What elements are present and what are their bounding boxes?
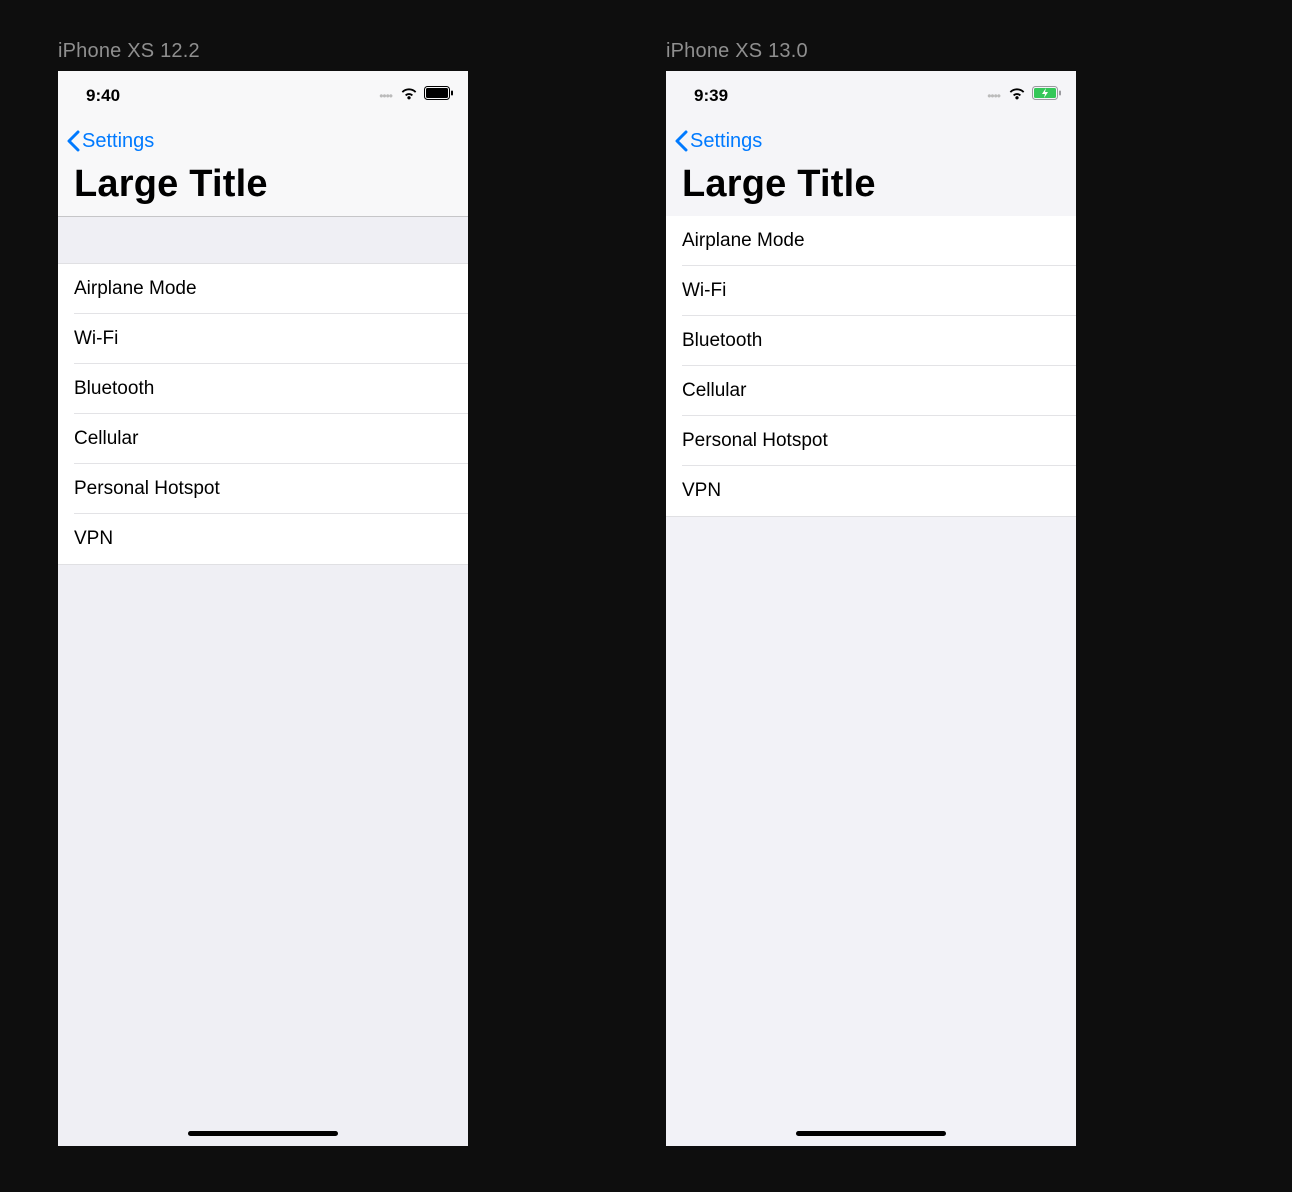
chevron-left-icon <box>66 130 80 152</box>
list-item[interactable]: Cellular <box>666 366 1076 416</box>
large-title-wrap: Large Title <box>666 163 1076 216</box>
nav-header: 9:40 •••• Settings <box>58 71 468 217</box>
recording-dots-icon: •••• <box>987 89 1000 103</box>
nav-bar: Settings <box>58 119 468 163</box>
list-item[interactable]: VPN <box>666 466 1076 516</box>
list-item[interactable]: Personal Hotspot <box>666 416 1076 466</box>
list-item[interactable]: VPN <box>58 514 468 564</box>
settings-list: Airplane Mode Wi-Fi Bluetooth Cellular P… <box>666 216 1076 517</box>
caption-right: iPhone XS 13.0 <box>666 40 808 63</box>
list-item[interactable]: Airplane Mode <box>666 216 1076 266</box>
phone-ios12: 9:40 •••• Settings <box>58 71 468 1146</box>
status-bar: 9:39 •••• <box>666 71 1076 119</box>
status-right-cluster: •••• <box>379 86 454 105</box>
nav-bar: Settings <box>666 119 1076 163</box>
home-indicator[interactable] <box>188 1131 338 1136</box>
status-bar: 9:40 •••• <box>58 71 468 119</box>
wifi-icon <box>1008 87 1026 105</box>
list-item[interactable]: Wi-Fi <box>666 266 1076 316</box>
list-item-label: Cellular <box>682 380 746 402</box>
battery-charging-icon <box>1032 86 1062 105</box>
list-item[interactable]: Bluetooth <box>666 316 1076 366</box>
list-item[interactable]: Bluetooth <box>58 364 468 414</box>
settings-list: Airplane Mode Wi-Fi Bluetooth Cellular P… <box>58 264 468 565</box>
large-title-wrap: Large Title <box>58 163 468 216</box>
page-title: Large Title <box>682 163 1060 206</box>
recording-dots-icon: •••• <box>379 89 392 103</box>
phone-ios13: 9:39 •••• Settings <box>666 71 1076 1146</box>
list-item-label: Cellular <box>74 428 138 450</box>
list-item-label: Airplane Mode <box>74 278 197 300</box>
list-item-label: Wi-Fi <box>74 328 118 350</box>
list-item-label: Bluetooth <box>682 330 762 352</box>
list-item-label: Personal Hotspot <box>74 478 220 500</box>
status-right-cluster: •••• <box>987 86 1062 105</box>
list-item-label: VPN <box>74 528 113 550</box>
back-label: Settings <box>690 130 762 153</box>
status-time: 9:40 <box>86 86 120 106</box>
grouped-table-spacer <box>58 217 468 264</box>
list-item-label: Airplane Mode <box>682 230 805 252</box>
back-button[interactable]: Settings <box>66 130 154 153</box>
wifi-icon <box>400 87 418 105</box>
list-item-label: Bluetooth <box>74 378 154 400</box>
comparison-stage: iPhone XS 12.2 iPhone XS 13.0 9:40 •••• <box>0 0 1292 1192</box>
battery-icon <box>424 86 454 105</box>
status-time: 9:39 <box>694 86 728 106</box>
list-item-label: Personal Hotspot <box>682 430 828 452</box>
list-item[interactable]: Wi-Fi <box>58 314 468 364</box>
list-item-label: Wi-Fi <box>682 280 726 302</box>
back-label: Settings <box>82 130 154 153</box>
list-item[interactable]: Cellular <box>58 414 468 464</box>
list-item-label: VPN <box>682 480 721 502</box>
home-indicator[interactable] <box>796 1131 946 1136</box>
chevron-left-icon <box>674 130 688 152</box>
list-item[interactable]: Personal Hotspot <box>58 464 468 514</box>
caption-left: iPhone XS 12.2 <box>58 40 200 63</box>
nav-header: 9:39 •••• Settings <box>666 71 1076 216</box>
back-button[interactable]: Settings <box>674 130 762 153</box>
list-item[interactable]: Airplane Mode <box>58 264 468 314</box>
page-title: Large Title <box>74 163 452 206</box>
